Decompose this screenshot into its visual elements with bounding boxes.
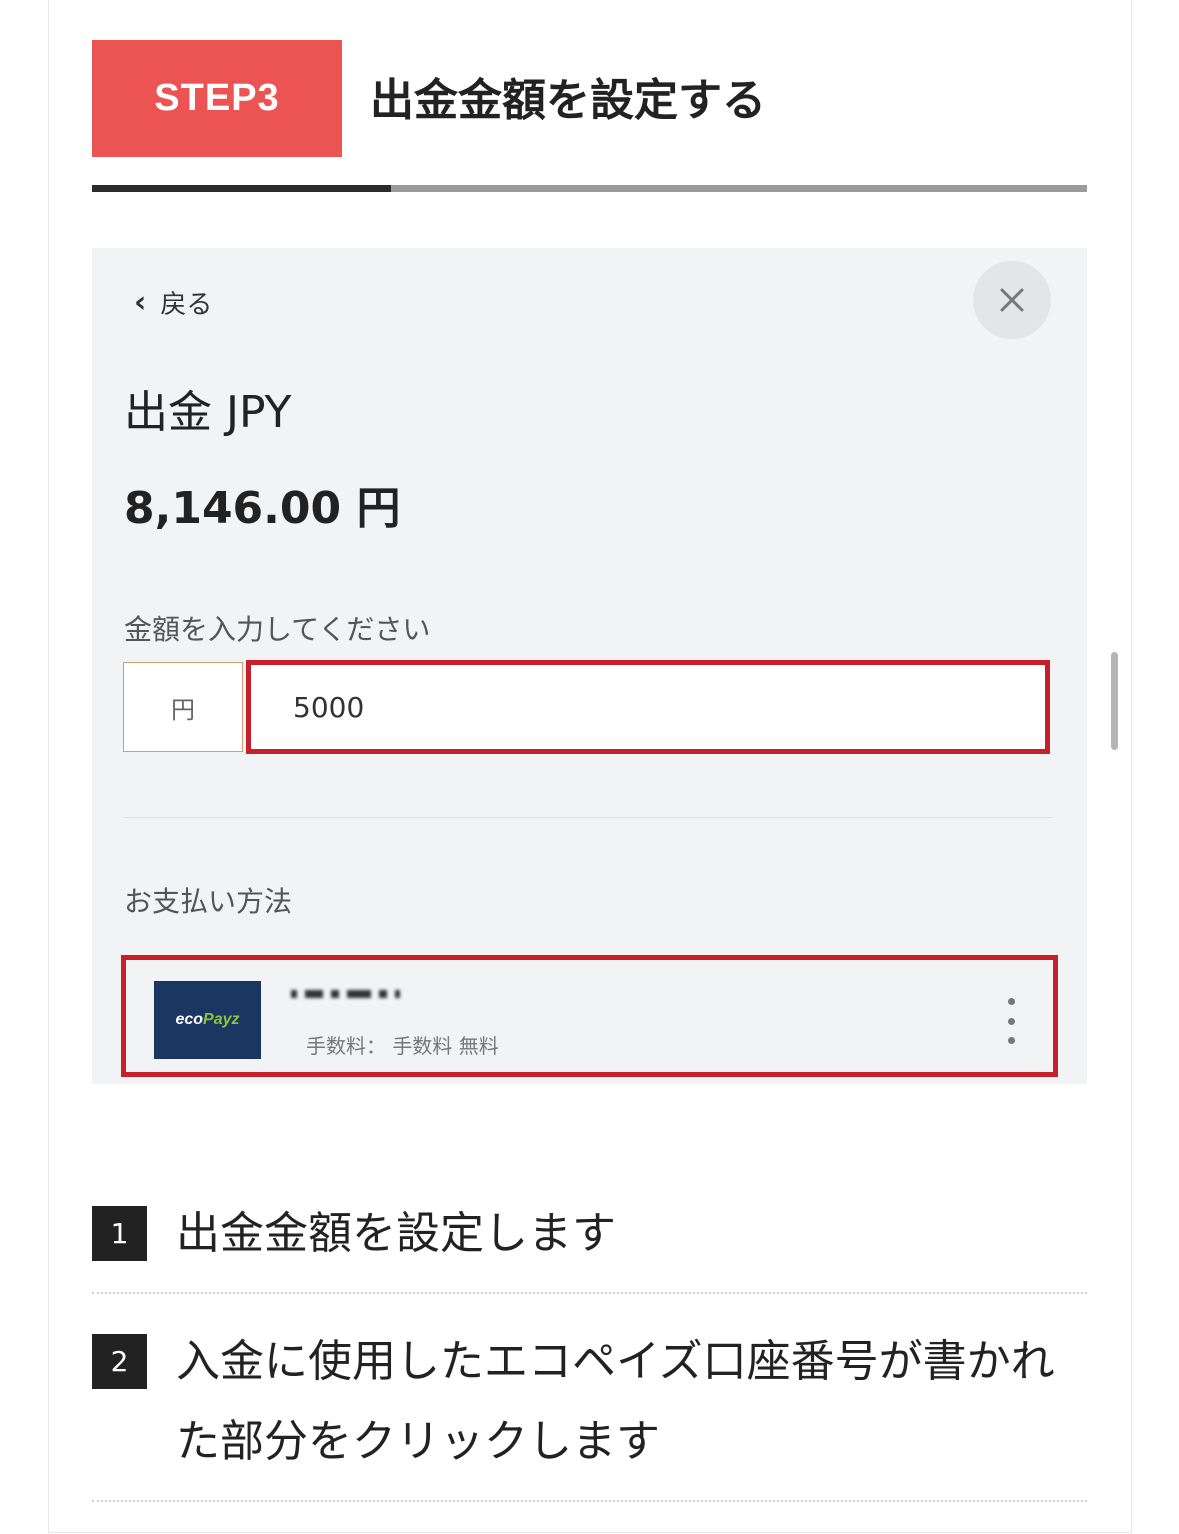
- step-progress-bar: [92, 185, 1087, 192]
- withdrawal-panel: ‹ 戻る 出金 JPY 8,146.00 円 金額を入力してください 円 お支払…: [92, 248, 1087, 1084]
- panel-title: 出金 JPY: [124, 387, 292, 438]
- payment-method-label: お支払い方法: [124, 885, 293, 918]
- account-number-redacted: [291, 990, 400, 998]
- close-button[interactable]: [973, 261, 1051, 339]
- payment-method-ecopayz[interactable]: eco Payz 手数料： 手数料 無料: [121, 955, 1058, 1077]
- step-title: 出金金額を設定する: [370, 75, 766, 126]
- amount-input[interactable]: [246, 660, 1050, 754]
- instruction-item: 1 出金金額を設定します: [92, 1190, 1087, 1294]
- vertical-dots-icon[interactable]: [1006, 998, 1016, 1044]
- close-icon: [1000, 288, 1024, 312]
- instruction-number: 1: [92, 1206, 147, 1261]
- scrollbar[interactable]: [1111, 652, 1118, 750]
- chevron-left-icon: ‹: [134, 284, 147, 320]
- amount-label: 金額を入力してください: [124, 613, 431, 646]
- ecopayz-logo-text-payz: Payz: [203, 1011, 240, 1028]
- instruction-text: 入金に使用したエコペイズ口座番号が書かれた部分をクリックします: [176, 1336, 1055, 1467]
- instruction-item: 2 入金に使用したエコペイズ口座番号が書かれた部分をクリックします: [92, 1318, 1087, 1502]
- step-progress-fill: [92, 185, 391, 192]
- step-badge: STEP3: [92, 40, 342, 157]
- ecopayz-logo-text-eco: eco: [175, 1011, 204, 1028]
- instruction-text: 出金金額を設定します: [176, 1208, 616, 1259]
- back-button[interactable]: ‹ 戻る: [134, 284, 212, 321]
- ecopayz-logo: eco Payz: [154, 981, 261, 1059]
- divider: [124, 817, 1052, 818]
- currency-unit: 円: [123, 662, 243, 752]
- balance-amount: 8,146.00 円: [124, 483, 401, 534]
- instruction-number: 2: [92, 1334, 147, 1389]
- back-label: 戻る: [160, 290, 213, 320]
- fee-text: 手数料： 手数料 無料: [306, 1034, 499, 1058]
